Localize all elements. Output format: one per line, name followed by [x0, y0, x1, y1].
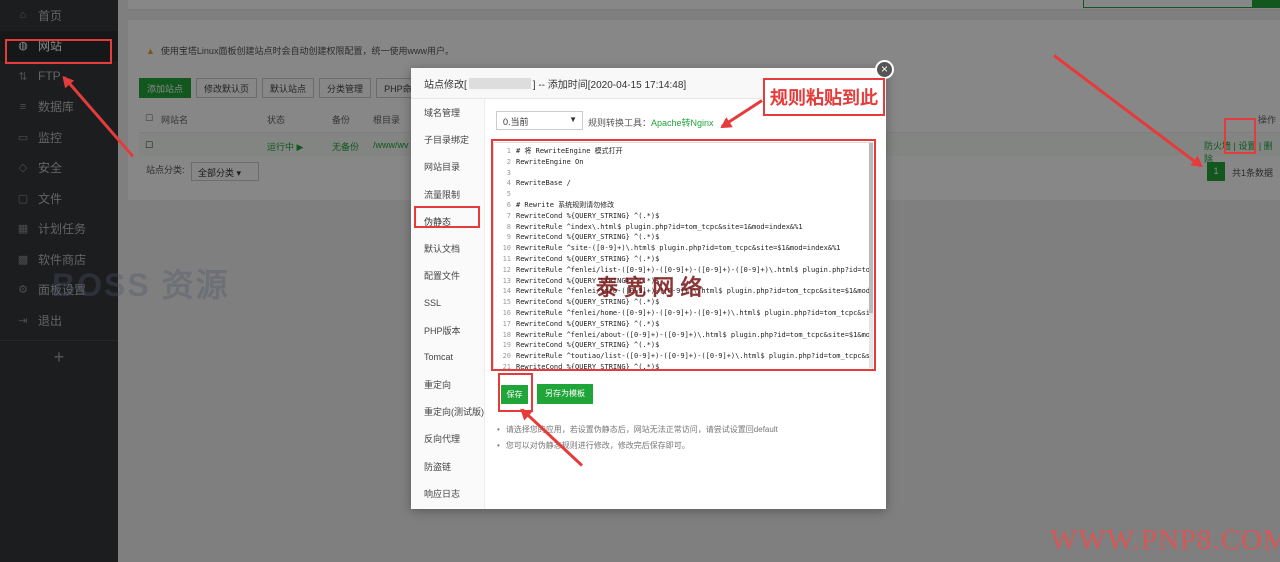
modal-menu-item[interactable]: 响应日志: [411, 480, 484, 507]
modal-menu: 域名管理 子目录绑定 网站目录 流量限制 伪静态 默认文档 配置文件 SSL PHP版本 Tomc…: [411, 99, 485, 509]
modal-title-suffix: ] -- 添加时间[2020-04-15 17:14:48]: [532, 79, 687, 91]
modal-menu-item[interactable]: 重定向(测试版): [411, 398, 484, 425]
highlight-site-menu: [5, 39, 112, 64]
bullet-icon: •: [497, 425, 500, 434]
modal-menu-item[interactable]: 域名管理: [411, 99, 484, 126]
watermark-cn: 泰 宽 网 络: [596, 275, 703, 300]
select-value: 0.当前: [503, 117, 529, 127]
rule-tool: 规则转换工具：Apache转Nginx: [588, 116, 714, 129]
tip-2-text: 您可以对伪静态规则进行修改，修改完后保存即可。: [505, 441, 690, 450]
watermark-url: WWW.PNP8.COM: [1050, 524, 1280, 556]
blurred-domain: [468, 77, 531, 89]
modal-menu-item[interactable]: PHP版本: [411, 317, 484, 344]
highlight-rewrite-menu: [414, 206, 480, 228]
modal-menu-item[interactable]: 反向代理: [411, 425, 484, 452]
rewrite-template-select[interactable]: 0.当前 ▼: [496, 111, 583, 130]
highlight-settings: [1224, 118, 1256, 154]
modal-menu-item[interactable]: 网站目录: [411, 153, 484, 180]
highlight-editor: [491, 139, 876, 371]
highlight-save: [498, 373, 533, 412]
modal-menu-item[interactable]: 流量限制: [411, 181, 484, 208]
tip-2: • 您可以对伪静态规则进行修改，修改完后保存即可。: [497, 440, 690, 451]
callout-label: 规则粘贴到此: [763, 78, 885, 116]
modal-title-prefix: 站点修改[: [424, 79, 467, 91]
rule-tool-link[interactable]: Apache转Nginx: [651, 118, 714, 128]
bullet-icon: •: [497, 441, 500, 450]
close-icon[interactable]: ×: [875, 60, 894, 79]
modal-menu-item[interactable]: 防盗链: [411, 452, 484, 479]
modal-menu-item[interactable]: 子目录绑定: [411, 126, 484, 153]
modal-menu-item[interactable]: 配置文件: [411, 262, 484, 289]
chevron-down-icon: ▼: [569, 115, 577, 124]
modal-menu-item[interactable]: 默认文档: [411, 235, 484, 262]
modal-menu-item[interactable]: SSL: [411, 289, 484, 316]
save-template-button[interactable]: 另存为模板: [537, 384, 593, 404]
rule-tool-label: 规则转换工具：: [588, 118, 652, 128]
modal-menu-item[interactable]: Tomcat: [411, 344, 484, 371]
modal-menu-item[interactable]: 重定向: [411, 371, 484, 398]
